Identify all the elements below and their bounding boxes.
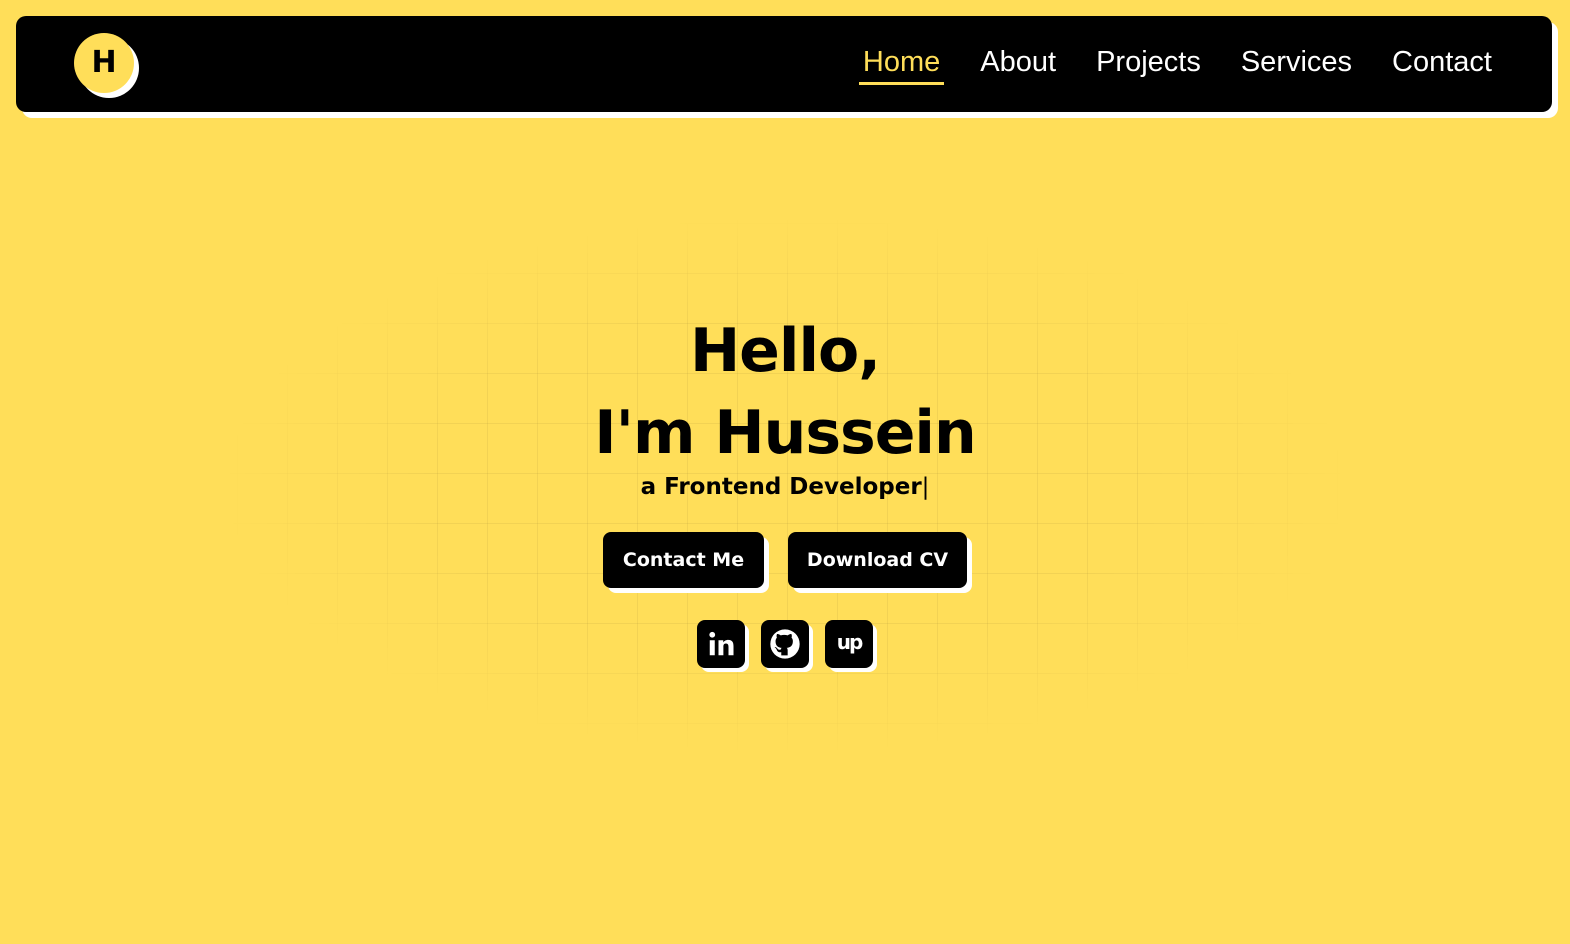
upwork-icon: up — [836, 630, 864, 654]
contact-me-button[interactable]: Contact Me — [603, 532, 764, 588]
github-link[interactable] — [761, 620, 809, 668]
linkedin-icon — [709, 631, 734, 656]
nav-link-home[interactable]: Home — [858, 46, 945, 85]
nav-link-projects[interactable]: Projects — [1096, 46, 1201, 83]
upwork-link[interactable]: up — [825, 620, 873, 668]
hero-greeting: Hello, — [689, 316, 881, 386]
github-icon — [770, 629, 800, 659]
nav-links: Home About Projects Services Contact — [858, 16, 1492, 112]
logo[interactable]: H — [74, 33, 134, 93]
nav-link-services[interactable]: Services — [1241, 46, 1352, 83]
nav-link-contact[interactable]: Contact — [1392, 46, 1492, 83]
hero-buttons: Contact Me Download CV — [0, 532, 1570, 588]
logo-letter: H — [91, 45, 117, 80]
hero-subtitle: a Frontend Developer| — [0, 472, 1570, 502]
nav-link-about[interactable]: About — [980, 46, 1056, 83]
social-links: up — [0, 620, 1570, 668]
navbar: H Home About Projects Services Contact — [16, 16, 1552, 112]
typing-cursor: | — [921, 474, 930, 500]
linkedin-link[interactable] — [697, 620, 745, 668]
hero-subtitle-text: a Frontend Developer — [640, 474, 922, 500]
download-cv-button[interactable]: Download CV — [788, 532, 967, 588]
hero-name: I'm Hussein — [594, 398, 976, 468]
